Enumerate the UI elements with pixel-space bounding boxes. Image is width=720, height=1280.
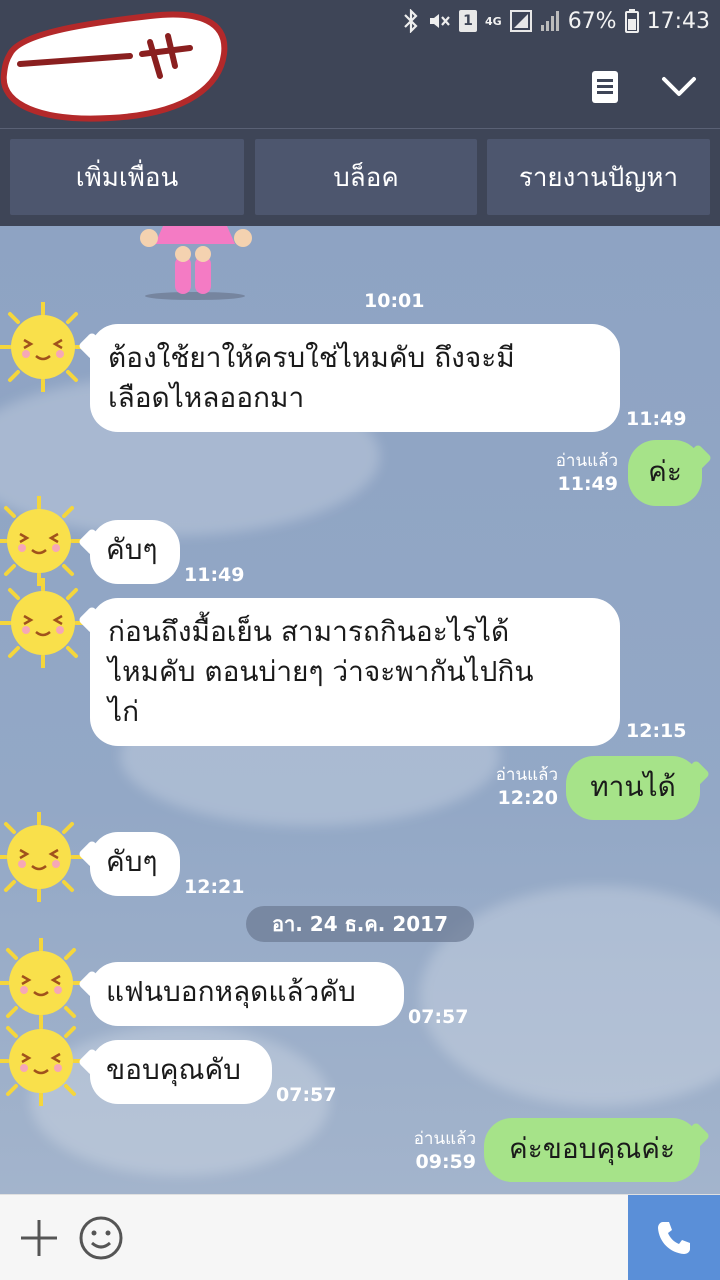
message-text: ไก่ (108, 695, 140, 728)
battery-percent: 67% (567, 8, 617, 34)
input-bar (0, 1194, 720, 1280)
message-time: 07:57 (408, 1006, 469, 1028)
chevron-down-icon[interactable] (654, 62, 704, 112)
sun-avatar-icon[interactable] (0, 496, 84, 586)
read-label: อ่านแล้ว (413, 1129, 476, 1149)
message-time: 12:20 (497, 787, 558, 809)
message-bubble-outgoing[interactable]: ทานได้ (566, 756, 700, 820)
message-bubble-outgoing[interactable]: ค่ะขอบคุณค่ะ (484, 1118, 700, 1182)
read-receipt: อ่านแล้ว 09:59 (378, 1128, 476, 1174)
message-bubble-incoming[interactable]: ก่อนถึงมื้อเย็น สามารถกินอะไรได้ ไหมคับ … (90, 598, 620, 746)
mute-icon (427, 8, 451, 34)
message-time: 07:57 (276, 1084, 337, 1106)
read-label: อ่านแล้ว (495, 765, 558, 785)
message-text: เลือดไหลออกมา (108, 381, 305, 414)
action-bar: เพิ่มเพื่อน บล็อค รายงานปัญหา (0, 128, 720, 226)
message-time: 10:01 (364, 290, 425, 312)
plus-icon[interactable] (18, 1217, 60, 1259)
message-bubble-outgoing[interactable]: ค่ะ (628, 440, 702, 506)
sun-avatar-icon[interactable] (0, 1016, 86, 1106)
signal-bars-icon (540, 8, 560, 34)
read-label: อ่านแล้ว (555, 451, 618, 471)
emoji-icon[interactable] (78, 1215, 124, 1261)
message-time: 11:49 (557, 473, 618, 495)
message-time: 11:49 (626, 408, 687, 430)
sticker-image (140, 226, 252, 300)
message-bubble-incoming[interactable]: ขอบคุณคับ (90, 1040, 272, 1104)
message-bubble-incoming[interactable]: คับๆ (90, 832, 180, 896)
block-button[interactable]: บล็อค (255, 139, 477, 215)
read-receipt: อ่านแล้ว 12:20 (460, 764, 558, 810)
message-time: 12:15 (626, 720, 687, 742)
sun-avatar-icon[interactable] (0, 812, 84, 902)
phone-icon (658, 1222, 690, 1254)
network-icon: 4G (485, 8, 502, 34)
message-bubble-incoming[interactable]: ต้องใช้ยาให้ครบใช่ไหมคับ ถึงจะมี เลือดไห… (90, 324, 620, 432)
message-bubble-incoming[interactable]: คับๆ (90, 520, 180, 584)
clock: 17:43 (646, 8, 710, 34)
message-time: 09:59 (415, 1151, 476, 1173)
sun-avatar-icon[interactable] (0, 302, 88, 392)
read-receipt: อ่านแล้ว 11:49 (520, 450, 618, 496)
message-text: ต้องใช้ยาให้ครบใช่ไหมคับ ถึงจะมี (108, 341, 515, 374)
report-button[interactable]: รายงานปัญหา (487, 139, 710, 215)
status-icons: 1 4G 67% 17:43 (403, 6, 710, 36)
sim-badge: 1 (459, 10, 477, 32)
network-label: 4G (485, 14, 502, 28)
add-friend-button[interactable]: เพิ่มเพื่อน (10, 139, 244, 215)
bluetooth-icon (403, 8, 419, 34)
call-button[interactable] (628, 1195, 720, 1280)
signal-icon (509, 10, 532, 32)
battery-icon (624, 8, 639, 34)
message-time: 11:49 (184, 564, 245, 586)
chat-header (0, 11, 720, 128)
message-time: 12:21 (184, 876, 245, 898)
date-separator: อา. 24 ธ.ค. 2017 (246, 906, 474, 942)
sun-avatar-icon[interactable] (0, 938, 86, 1028)
chat-area[interactable]: 10:01 ต้องใช้ยาให้ครบใช่ไหมคับ ถึงจะมี เ… (0, 226, 720, 1194)
message-bubble-incoming[interactable]: แฟนบอกหลุดแล้วคับ (90, 962, 404, 1026)
message-text: ก่อนถึงมื้อเย็น สามารถกินอะไรได้ (108, 615, 510, 648)
sun-avatar-icon[interactable] (0, 578, 88, 668)
list-icon[interactable] (580, 62, 630, 112)
message-text: ไหมคับ ตอนบ่ายๆ ว่าจะพากันไปกิน (108, 655, 534, 688)
